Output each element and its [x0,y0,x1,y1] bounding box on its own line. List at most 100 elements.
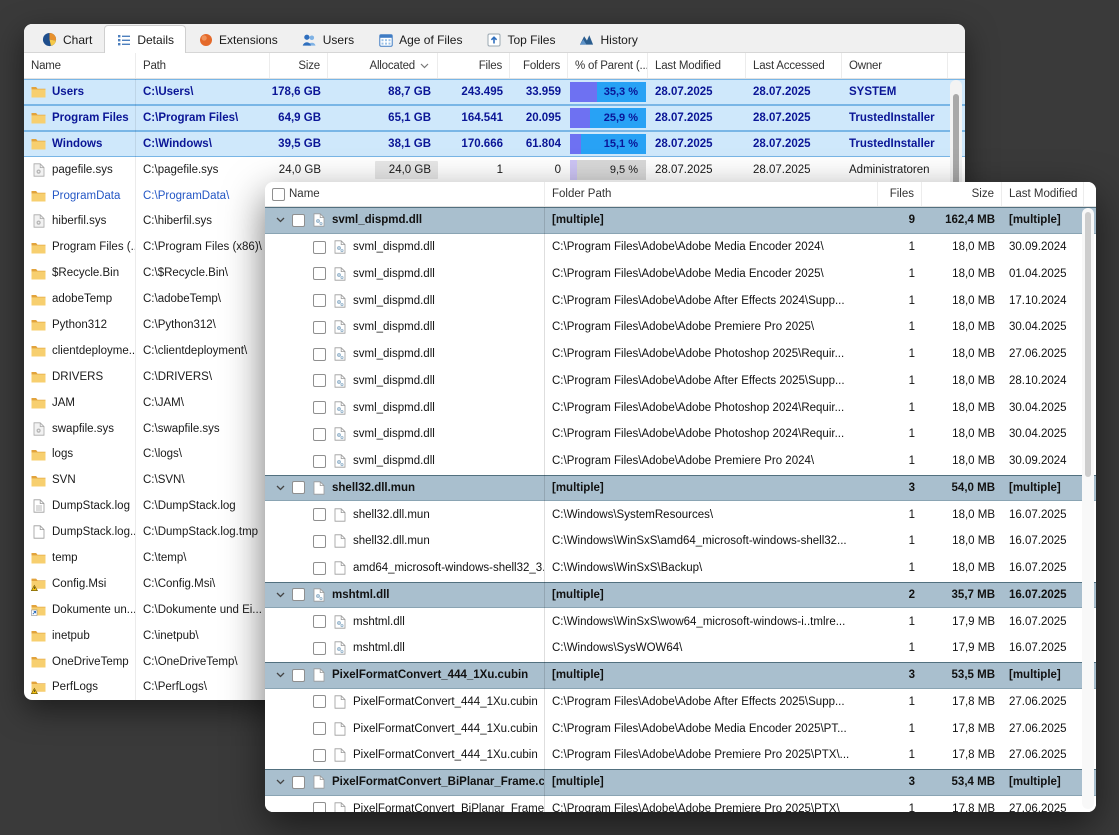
row-checkbox[interactable] [313,562,326,575]
file-sys-icon [31,214,46,229]
folder_path-value: C:\Program Files\Adobe\Adobe Premiere Pr… [552,803,840,812]
duplicate-file-row[interactable]: svml_dispmd.dllC:\Program Files\Adobe\Ad… [265,314,1096,341]
column-header-last_modified[interactable]: Last Modified [1002,182,1084,206]
cell-last_modified: 16.07.2025 [1002,635,1084,662]
row-checkbox[interactable] [313,374,326,387]
last_modified-value: 16.07.2025 [1009,642,1067,654]
tab-extensions[interactable]: Extensions [186,26,290,52]
column-header-owner[interactable]: Owner [842,53,948,78]
row-checkbox[interactable] [313,294,326,307]
tab-history[interactable]: History [567,26,649,52]
details-row[interactable]: Program FilesC:\Program Files\64,9 GB65,… [24,105,965,131]
duplicate-group-row[interactable]: PixelFormatConvert_444_1Xu.cubin[multipl… [265,662,1096,689]
row-checkbox[interactable] [313,535,326,548]
expander-chevron-down-icon[interactable] [275,779,286,785]
duplicate-group-row[interactable]: svml_dispmd.dll[multiple]9162,4 MB[multi… [265,207,1096,234]
row-checkbox[interactable] [313,615,326,628]
column-header-path[interactable]: Path [136,53,270,78]
duplicate-file-row[interactable]: PixelFormatConvert_444_1Xu.cubinC:\Progr… [265,715,1096,742]
row-checkbox[interactable] [292,214,305,227]
expander-chevron-down-icon[interactable] [275,672,286,678]
duplicate-file-row[interactable]: shell32.dll.munC:\Windows\SystemResource… [265,501,1096,528]
duplicate-file-row[interactable]: mshtml.dllC:\Windows\SysWOW64\117,9 MB16… [265,635,1096,662]
column-header-name[interactable]: Name [265,182,545,206]
duplicate-group-row[interactable]: shell32.dll.mun[multiple]354,0 MB[multip… [265,475,1096,502]
row-checkbox[interactable] [313,401,326,414]
duplicate-group-row[interactable]: PixelFormatConvert_BiPlanar_Frame.c...[m… [265,769,1096,796]
path-value: C:\PerfLogs\ [143,681,207,693]
details-row[interactable]: UsersC:\Users\178,6 GB88,7 GB243.49533.9… [24,79,965,105]
tab-details[interactable]: Details [104,25,186,53]
duplicate-file-row[interactable]: PixelFormatConvert_444_1Xu.cubinC:\Progr… [265,742,1096,769]
select-all-checkbox[interactable] [272,188,285,201]
expander-chevron-down-icon[interactable] [275,217,286,223]
duplicate-group-row[interactable]: mshtml.dll[multiple]235,7 MB16.07.2025 [265,582,1096,609]
duplicate-file-row[interactable]: PixelFormatConvert_BiPlanar_Frame.c...C:… [265,796,1096,813]
column-header-folders[interactable]: Folders [510,53,568,78]
row-checkbox[interactable] [292,481,305,494]
column-label: Folders [523,60,560,72]
cell-path: C:\clientdeployment\ [136,338,270,364]
expander-chevron-down-icon[interactable] [275,592,286,598]
tab-age-of-files[interactable]: Age of Files [366,26,474,52]
tab-chart[interactable]: Chart [30,26,104,52]
row-checkbox[interactable] [313,749,326,762]
column-header-size[interactable]: Size [922,182,1002,206]
row-checkbox[interactable] [313,267,326,280]
details-row[interactable]: pagefile.sysC:\pagefile.sys24,0 GB24,0 G… [24,157,965,183]
duplicate-file-row[interactable]: shell32.dll.munC:\Windows\WinSxS\amd64_m… [265,528,1096,555]
folder_path-value: C:\Windows\WinSxS\Backup\ [552,562,702,574]
duplicate-file-row[interactable]: mshtml.dllC:\Windows\WinSxS\wow64_micros… [265,608,1096,635]
duplicate-file-row[interactable]: svml_dispmd.dllC:\Program Files\Adobe\Ad… [265,394,1096,421]
tab-users[interactable]: Users [290,26,366,52]
duplicate-file-row[interactable]: svml_dispmd.dllC:\Program Files\Adobe\Ad… [265,234,1096,261]
details-row[interactable]: WindowsC:\Windows\39,5 GB38,1 GB170.6666… [24,131,965,157]
row-checkbox[interactable] [313,802,326,812]
scrollbar-thumb[interactable] [1085,212,1091,477]
path-value: C:\Dokumente und Ei... [143,604,262,616]
cell-allocated: 88,7 GB [328,79,438,105]
duplicate-file-row[interactable]: svml_dispmd.dllC:\Program Files\Adobe\Ad… [265,261,1096,288]
row-checkbox[interactable] [313,695,326,708]
duplicate-file-row[interactable]: svml_dispmd.dllC:\Program Files\Adobe\Ad… [265,421,1096,448]
row-checkbox[interactable] [313,455,326,468]
column-header-files[interactable]: Files [438,53,510,78]
column-header-accessed[interactable]: Last Accessed [746,53,842,78]
column-header-modified[interactable]: Last Modified [648,53,746,78]
cell-path: C:\DumpStack.log.tmp [136,519,270,545]
item-name: inetpub [52,630,90,642]
row-checkbox[interactable] [292,588,305,601]
row-checkbox[interactable] [313,642,326,655]
duplicate-file-row[interactable]: svml_dispmd.dllC:\Program Files\Adobe\Ad… [265,341,1096,368]
cell-folder_path: [multiple] [545,207,878,234]
duplicate-file-row[interactable]: svml_dispmd.dllC:\Program Files\Adobe\Ad… [265,287,1096,314]
duplicate-file-row[interactable]: amd64_microsoft-windows-shell32_3...C:\W… [265,555,1096,582]
cell-last_modified: 16.07.2025 [1002,608,1084,635]
size-value: 17,8 MB [952,696,995,708]
row-checkbox[interactable] [313,348,326,361]
item-name: Users [52,86,84,98]
column-header-name[interactable]: Name [24,53,136,78]
files-value: 3 [909,776,915,788]
column-header-percent[interactable]: % of Parent (... [568,53,648,78]
cell-files: 1 [878,742,922,769]
duplicate-file-row[interactable]: svml_dispmd.dllC:\Program Files\Adobe\Ad… [265,448,1096,475]
size-value: 18,0 MB [952,375,995,387]
column-header-folder_path[interactable]: Folder Path [545,182,878,206]
duplicate-file-row[interactable]: svml_dispmd.dllC:\Program Files\Adobe\Ad… [265,368,1096,395]
row-checkbox[interactable] [313,321,326,334]
row-checkbox[interactable] [313,508,326,521]
row-checkbox[interactable] [292,776,305,789]
row-checkbox[interactable] [313,722,326,735]
row-checkbox[interactable] [292,669,305,682]
expander-chevron-down-icon[interactable] [275,485,286,491]
duplicates-vertical-scrollbar[interactable] [1082,208,1094,809]
column-header-size[interactable]: Size [270,53,328,78]
column-header-files[interactable]: Files [878,182,922,206]
row-checkbox[interactable] [313,428,326,441]
column-header-allocated[interactable]: Allocated [328,53,438,78]
cell-size: 18,0 MB [922,234,1002,261]
tab-top-files[interactable]: Top Files [474,26,567,52]
row-checkbox[interactable] [313,241,326,254]
duplicate-file-row[interactable]: PixelFormatConvert_444_1Xu.cubinC:\Progr… [265,689,1096,716]
